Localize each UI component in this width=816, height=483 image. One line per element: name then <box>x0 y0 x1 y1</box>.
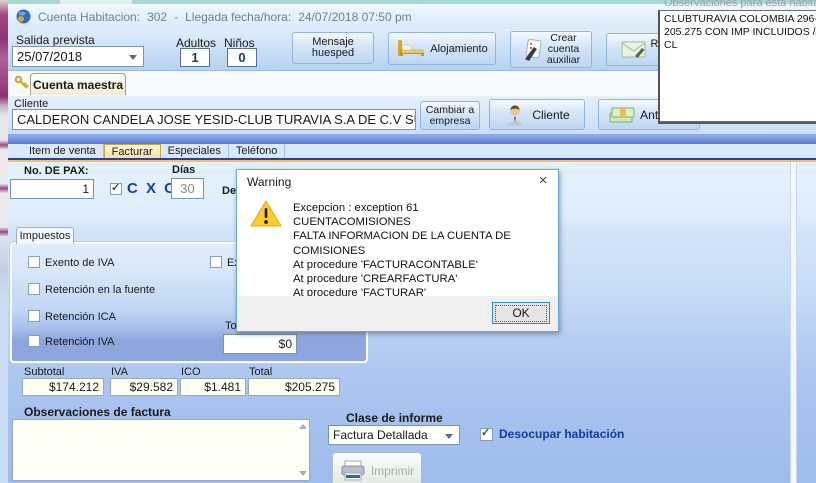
tab-cuenta-maestra[interactable]: Cuenta maestra <box>30 73 126 95</box>
hidden-ex-checkbox[interactable] <box>210 256 222 268</box>
pax-label: No. DE PAX: <box>24 165 89 177</box>
ico-label: ICO <box>181 366 201 378</box>
imprimir-button[interactable]: Imprimir <box>332 452 422 483</box>
arrival-value: 24/07/2018 07:50 pm <box>298 10 411 24</box>
desocupar-label: Desocupar habitación <box>499 427 624 441</box>
exento-iva-checkbox[interactable] <box>28 256 40 268</box>
dias-label: Días <box>172 164 195 176</box>
mensaje-huesped-label-2: huesped <box>312 48 354 59</box>
room-number: 302 <box>147 10 167 24</box>
exento-iva-label: Exento de IVA <box>45 257 115 269</box>
warning-line: Excepcion : exception 61 <box>293 201 551 215</box>
cambiar-empresa-label-1: Cambiar a <box>426 105 474 116</box>
bed-icon <box>396 38 426 60</box>
ninos-input[interactable]: 0 <box>227 48 257 67</box>
arrival-label: Llegada fecha/hora: <box>185 10 291 24</box>
retencion-ica-checkbox[interactable] <box>28 310 40 322</box>
mensaje-huesped-button[interactable]: Mensaje huesped <box>292 32 374 64</box>
salida-prevista-value: 25/07/2018 <box>17 49 82 64</box>
desktop-edge-strip <box>0 0 8 483</box>
money-icon <box>609 106 635 124</box>
zero-total-input[interactable]: $0 <box>223 334 297 354</box>
warning-dialog: Warning × Excepcion : exception 61 CUENT… <box>236 169 559 332</box>
cambiar-empresa-label-2: empresa <box>430 116 471 127</box>
chevron-down-icon[interactable] <box>445 434 453 439</box>
close-icon[interactable]: × <box>534 172 552 190</box>
cliente-button-label: Cliente <box>532 108 569 122</box>
right-scroll-strip[interactable] <box>790 162 797 483</box>
adultos-input[interactable]: 1 <box>180 48 210 67</box>
tab-telefono[interactable]: Teléfono <box>229 144 286 158</box>
person-icon <box>504 104 526 126</box>
note-pencil-icon <box>522 38 544 62</box>
clase-informe-value: Factura Detallada <box>333 428 428 442</box>
dialog-footer: OK <box>237 296 558 331</box>
observaciones-factura-label: Observaciones de factura <box>24 405 171 419</box>
separator-band <box>8 134 816 144</box>
scroll-down-icon[interactable] <box>299 471 307 476</box>
chevron-down-icon[interactable] <box>129 55 137 60</box>
warning-message: Excepcion : exception 61 CUENTACOMISIONE… <box>293 201 551 300</box>
clase-informe-combo[interactable]: Factura Detallada <box>328 425 460 445</box>
desocupar-checkbox[interactable] <box>480 428 493 441</box>
scroll-up-icon[interactable] <box>299 424 307 429</box>
observacion-line: 205.275 CON IMP INCLUIDOS // CO <box>664 26 816 39</box>
crear-cuenta-auxiliar-button[interactable]: Crear cuenta auxiliar <box>510 31 592 68</box>
salida-prevista-combo[interactable]: 25/07/2018 <box>12 46 144 67</box>
total-value: $205.275 <box>248 378 340 396</box>
pax-input[interactable]: 1 <box>10 179 94 199</box>
warning-line: CUENTACOMISIONES <box>293 215 551 229</box>
observaciones-factura-textarea[interactable] <box>12 419 310 481</box>
warning-line: At procedure 'CREARFACTURA' <box>293 272 551 286</box>
cxc-checkbox[interactable] <box>110 183 122 195</box>
tab-impuestos[interactable]: Impuestos <box>16 227 74 244</box>
observaciones-habitacion-caption: Observaciones para esta habita <box>664 0 816 9</box>
envelope-pencil-icon <box>621 40 647 60</box>
tab-facturar[interactable]: Facturar <box>104 144 161 158</box>
cliente-name-field[interactable]: CALDERON CANDELA JOSE YESID-CLUB TURAVIA… <box>12 109 416 130</box>
ok-button[interactable]: OK <box>492 302 550 324</box>
tab-strip: Item de venta Facturar Especiales Teléfo… <box>8 144 816 158</box>
iva-value: $29.582 <box>110 378 178 396</box>
cliente-button[interactable]: Cliente <box>489 99 585 130</box>
imprimir-label: Imprimir <box>371 464 414 478</box>
tab-especiales[interactable]: Especiales <box>161 144 229 158</box>
dias-input[interactable]: 30 <box>171 178 204 199</box>
cuenta-habitacion-window: Cuenta Habitacion: 302 - Llegada fecha/h… <box>0 0 816 483</box>
alojamiento-label: Alojamiento <box>430 43 487 55</box>
app-icon <box>16 9 31 24</box>
window-title: Cuenta Habitacion: <box>38 10 140 24</box>
warning-line: At procedure 'FACTURACONTABLE' <box>293 258 551 272</box>
printer-icon <box>340 460 366 482</box>
warning-line: FALTA INFORMACION DE LA CUENTA DE COMISI… <box>293 229 551 257</box>
observacion-line: CLUBTURAVIA COLOMBIA 296-3742 <box>664 13 816 26</box>
retencion-iva-label: Retención IVA <box>45 336 115 348</box>
alojamiento-button[interactable]: Alojamiento <box>388 32 496 65</box>
cambiar-a-empresa-button[interactable]: Cambiar a empresa <box>420 101 480 130</box>
clase-de-informe-label: Clase de informe <box>346 411 443 425</box>
hidden-de-label: De <box>222 185 236 197</box>
retencion-fuente-label: Retención en la fuente <box>45 284 155 296</box>
ok-button-label: OK <box>495 305 547 322</box>
ico-value: $1.481 <box>180 378 246 396</box>
observaciones-habitacion-box[interactable]: CLUBTURAVIA COLOMBIA 296-3742 205.275 CO… <box>658 10 816 122</box>
retencion-ica-label: Retención ICA <box>45 311 116 323</box>
retencion-iva-checkbox[interactable] <box>28 335 40 347</box>
subtotal-label: Subtotal <box>24 366 64 378</box>
cxc-label: C X C <box>127 180 177 197</box>
salida-prevista-label: Salida prevista <box>16 33 95 47</box>
warning-dialog-title: Warning <box>247 175 291 189</box>
observacion-line: CL <box>664 39 816 52</box>
hidden-to-label: To <box>225 320 237 332</box>
key-icon <box>14 75 29 90</box>
total-label: Total <box>249 366 272 378</box>
retencion-fuente-checkbox[interactable] <box>28 283 40 295</box>
crear-cuenta-label-3: auxiliar <box>547 55 580 66</box>
tab-item-de-venta[interactable]: Item de venta <box>22 144 104 158</box>
iva-label: IVA <box>111 366 128 378</box>
title-dash: - <box>174 10 178 24</box>
warning-triangle-icon <box>250 199 282 228</box>
subtotal-value: $174.212 <box>22 378 104 396</box>
